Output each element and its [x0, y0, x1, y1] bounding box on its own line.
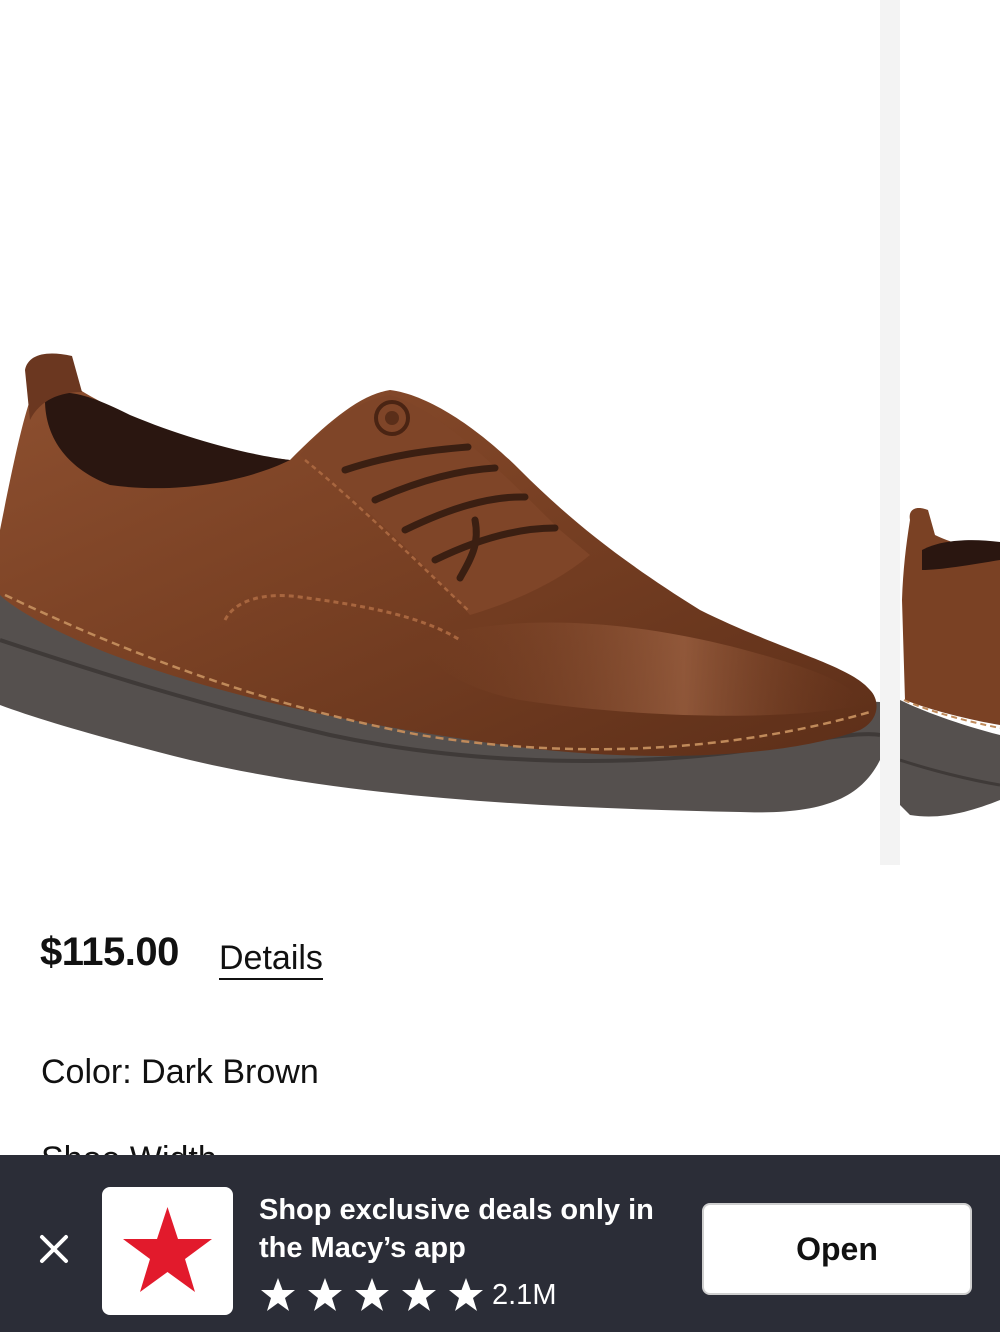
product-image-main[interactable] [0, 0, 880, 865]
star-icon [402, 1278, 436, 1311]
product-page: $115.00 Details Color: Dark Brown Shoe W… [0, 0, 1000, 1332]
macys-app-icon[interactable] [102, 1187, 233, 1315]
close-icon[interactable] [30, 1225, 78, 1273]
star-icon [261, 1278, 295, 1311]
shoe-image-next [900, 508, 1000, 817]
details-link[interactable]: Details [219, 938, 323, 980]
banner-message: Shop exclusive deals only in the Macy’s … [259, 1194, 654, 1264]
macys-star-icon [123, 1207, 212, 1292]
app-install-banner: Shop exclusive deals only in the Macy’s … [0, 1155, 1000, 1332]
selected-color-label: Color: Dark Brown [41, 1053, 319, 1091]
shoe-image [0, 353, 880, 813]
open-app-button[interactable]: Open [702, 1203, 972, 1295]
rating-count: 2.1M [492, 1278, 557, 1311]
star-icon [308, 1278, 342, 1311]
product-image-carousel[interactable] [0, 0, 1000, 865]
star-icon [449, 1278, 483, 1311]
product-price: $115.00 [40, 930, 179, 974]
app-rating: 2.1M [259, 1275, 556, 1315]
carousel-gap [880, 0, 900, 865]
product-image-next[interactable] [900, 0, 1000, 865]
star-icon [355, 1278, 389, 1311]
